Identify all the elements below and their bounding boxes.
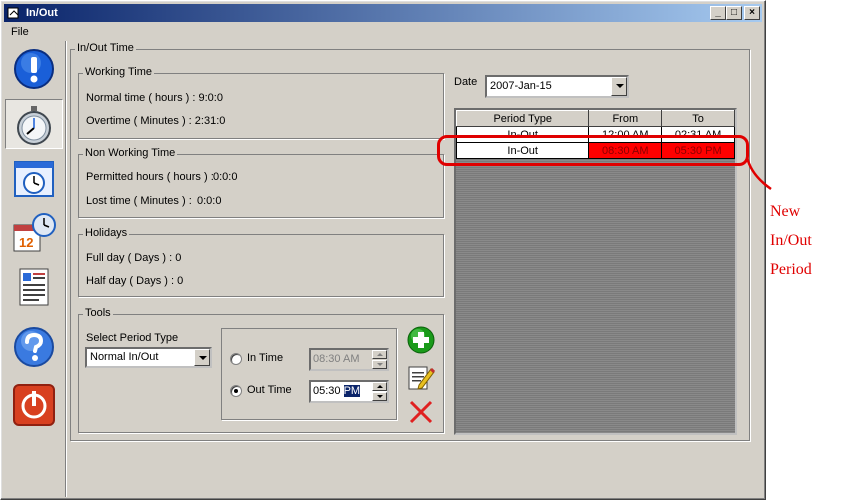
maximize-button[interactable]: □ xyxy=(726,6,742,20)
help-icon xyxy=(14,327,54,367)
sidebar-divider xyxy=(65,41,67,497)
menu-bar: File xyxy=(4,23,762,41)
out-time-radio[interactable] xyxy=(230,385,242,397)
sidebar-item-calendar[interactable]: 12 xyxy=(5,207,63,257)
close-button[interactable]: × xyxy=(744,6,760,20)
stopwatch-icon xyxy=(17,106,51,145)
holidays-title: Holidays xyxy=(83,227,130,239)
out-time-label: Out Time xyxy=(247,384,292,396)
edit-icon[interactable] xyxy=(407,363,435,391)
sidebar-item-stopwatch[interactable] xyxy=(5,99,63,149)
lost-time-label: Lost time ( Minutes ) : xyxy=(86,195,192,207)
power-icon xyxy=(13,384,55,426)
permitted-hours-value: 0:0:0 xyxy=(213,171,238,183)
overtime-text: Overtime ( Minutes ) : 2:31:0 xyxy=(86,115,226,127)
lost-time-value: 0:0:0 xyxy=(197,195,222,207)
period-table-header: Period Type From To xyxy=(455,110,735,127)
sidebar-item-alert[interactable] xyxy=(5,43,63,93)
inout-time-title: In/Out Time xyxy=(75,42,136,54)
time-entry-group xyxy=(221,328,397,420)
annotation-line-1: New xyxy=(770,203,801,220)
add-icon[interactable] xyxy=(407,326,435,354)
menu-file[interactable]: File xyxy=(11,23,29,41)
date-chevron-down-icon[interactable] xyxy=(611,77,627,96)
date-select[interactable]: 2007-Jan-15 xyxy=(485,75,629,98)
in-time-up-icon[interactable] xyxy=(372,350,387,359)
exclamation-icon xyxy=(14,49,54,89)
sidebar-item-report[interactable] xyxy=(5,261,63,311)
out-time-up-icon[interactable] xyxy=(372,382,387,391)
delete-icon[interactable] xyxy=(407,398,435,426)
annotation-line-3: Period xyxy=(770,261,812,278)
non-working-time-title: Non Working Time xyxy=(83,147,178,159)
sidebar: 12 xyxy=(5,43,63,489)
date-label: Date xyxy=(454,76,478,88)
out-time-down-icon[interactable] xyxy=(372,392,387,401)
annotation-arrow xyxy=(745,156,772,191)
working-time-group: Working Time xyxy=(78,66,444,139)
permitted-hours-label: Permitted hours ( hours ) : xyxy=(86,171,214,183)
in-time-down-icon[interactable] xyxy=(372,360,387,369)
holidays-group: Holidays xyxy=(78,227,444,297)
app-icon xyxy=(7,7,19,19)
annotation-highlight xyxy=(437,135,749,166)
sidebar-item-clock-window[interactable] xyxy=(5,153,63,203)
in-time-label: In Time xyxy=(247,352,284,364)
in-time-input[interactable]: 08:30 AM xyxy=(309,348,389,371)
chevron-down-icon[interactable] xyxy=(194,349,210,366)
in-time-radio[interactable] xyxy=(230,353,242,365)
window-title: In/Out xyxy=(26,7,58,19)
period-type-select[interactable]: Normal In/Out xyxy=(85,347,212,368)
app-window: In/Out _ □ × File 12 In/Out Time Working… xyxy=(0,0,766,500)
period-type-value: Normal In/Out xyxy=(90,351,159,363)
title-bar[interactable]: In/Out _ □ × xyxy=(4,4,762,22)
half-day-text: Half day ( Days ) : 0 xyxy=(86,275,184,287)
working-time-title: Working Time xyxy=(83,66,155,78)
sidebar-item-exit[interactable] xyxy=(5,379,63,429)
clock-window-icon xyxy=(14,161,54,197)
date-value: 2007-Jan-15 xyxy=(490,80,552,92)
col-from[interactable]: From xyxy=(588,110,663,127)
minimize-button[interactable]: _ xyxy=(710,6,726,20)
out-time-input[interactable]: 05:30 PM xyxy=(309,380,389,403)
out-time-selected: PM xyxy=(343,385,361,397)
full-day-text: Full day ( Days ) : 0 xyxy=(86,252,182,264)
col-period-type[interactable]: Period Type xyxy=(455,110,590,127)
out-time-prefix: 05:30 xyxy=(313,385,344,397)
in-time-value: 08:30 AM xyxy=(313,353,360,365)
calendar-badge: 12 xyxy=(19,235,33,250)
col-to[interactable]: To xyxy=(661,110,735,127)
calendar-clock-icon: 12 xyxy=(13,213,56,252)
normal-time-text: Normal time ( hours ) : 9:0:0 xyxy=(86,92,223,104)
select-period-type-label: Select Period Type xyxy=(86,332,179,344)
annotation-line-2: In/Out xyxy=(770,232,812,249)
non-working-time-group: Non Working Time xyxy=(78,147,444,218)
report-icon xyxy=(19,268,49,306)
sidebar-item-help[interactable] xyxy=(5,321,63,371)
tools-title: Tools xyxy=(83,307,113,319)
